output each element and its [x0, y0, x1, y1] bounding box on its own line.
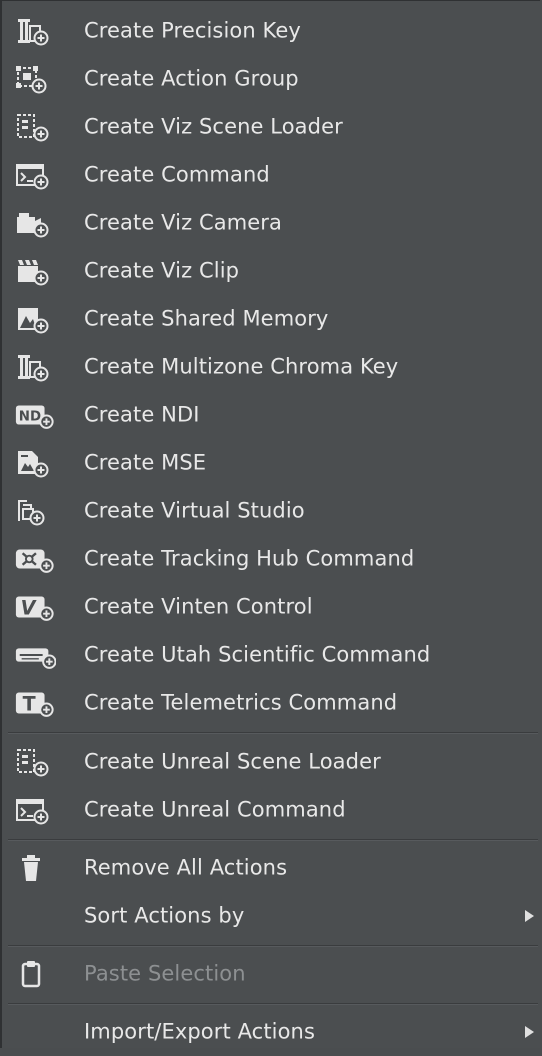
menu-item-label: Create Viz Scene Loader	[84, 114, 343, 139]
menu-item-create-utah-scientific-command[interactable]: Create Utah Scientific Command	[4, 631, 540, 679]
menu-item-create-viz-camera[interactable]: Create Viz Camera	[4, 199, 540, 247]
menu-item-create-mse[interactable]: Create MSE	[4, 439, 540, 487]
menu-item-remove-all-actions[interactable]: Remove All Actions	[4, 844, 540, 892]
telemetrics-icon: T	[14, 687, 56, 719]
context-menu: Create Precision Key Create Action Group	[0, 0, 540, 1048]
menu-item-sort-actions-by[interactable]: Sort Actions by	[4, 892, 540, 940]
tracking-hub-icon	[14, 543, 56, 575]
menu-item-label: Create Viz Camera	[84, 210, 283, 235]
menu-item-import-export-actions[interactable]: Import/Export Actions	[4, 1008, 540, 1056]
menu-item-label: Create Command	[84, 162, 270, 187]
menu-item-create-precision-key[interactable]: Create Precision Key	[4, 7, 540, 55]
menu-separator	[8, 1003, 538, 1005]
svg-text:ND: ND	[19, 410, 41, 425]
command-terminal-icon	[14, 159, 56, 191]
menu-item-label: Create Multizone Chroma Key	[84, 354, 399, 379]
menu-item-label: Import/Export Actions	[84, 1019, 315, 1044]
menu-item-paste-selection[interactable]: Paste Selection	[4, 950, 540, 998]
menu-item-label: Create Action Group	[84, 66, 299, 91]
unreal-command-icon	[14, 794, 56, 826]
clipboard-icon	[14, 958, 56, 990]
menu-item-create-vinten-control[interactable]: V Create Vinten Control	[4, 583, 540, 631]
menu-item-label: Create Vinten Control	[84, 594, 313, 619]
svg-text:T: T	[23, 693, 36, 716]
menu-item-create-shared-memory[interactable]: Create Shared Memory	[4, 295, 540, 343]
mse-icon	[14, 447, 56, 479]
menu-item-label: Create Precision Key	[84, 18, 301, 43]
virtual-studio-icon	[14, 495, 56, 527]
unreal-scene-loader-icon	[14, 746, 56, 778]
menu-item-create-multizone-chroma-key[interactable]: Create Multizone Chroma Key	[4, 343, 540, 391]
svg-text:V: V	[21, 597, 38, 620]
menu-item-label: Paste Selection	[84, 961, 246, 986]
menu-item-create-viz-scene-loader[interactable]: Create Viz Scene Loader	[4, 103, 540, 151]
action-group-icon	[14, 63, 56, 95]
menu-separator	[8, 839, 538, 841]
menu-item-create-action-group[interactable]: Create Action Group	[4, 55, 540, 103]
menu-item-label: Create Tracking Hub Command	[84, 546, 415, 571]
menu-item-create-unreal-command[interactable]: Create Unreal Command	[4, 786, 540, 834]
clapperboard-icon	[14, 255, 56, 287]
menu-item-label: Create Viz Clip	[84, 258, 240, 283]
menu-item-create-virtual-studio[interactable]: Create Virtual Studio	[4, 487, 540, 535]
precision-key-icon	[14, 15, 56, 47]
shared-memory-icon	[14, 303, 56, 335]
menu-item-create-viz-clip[interactable]: Create Viz Clip	[4, 247, 540, 295]
menu-item-label: Create Unreal Scene Loader	[84, 749, 381, 774]
menu-separator	[8, 945, 538, 947]
menu-item-label: Create Utah Scientific Command	[84, 642, 431, 667]
menu-item-create-ndi[interactable]: ND Create NDI	[4, 391, 540, 439]
menu-item-label: Sort Actions by	[84, 903, 245, 928]
menu-item-label: Create NDI	[84, 402, 200, 427]
trash-icon	[14, 852, 56, 884]
menu-item-create-tracking-hub-command[interactable]: Create Tracking Hub Command	[4, 535, 540, 583]
menu-separator	[8, 732, 538, 734]
menu-item-label: Create Shared Memory	[84, 306, 329, 331]
utah-scientific-icon	[14, 639, 56, 671]
menu-item-label: Create Virtual Studio	[84, 498, 305, 523]
menu-item-create-unreal-scene-loader[interactable]: Create Unreal Scene Loader	[4, 738, 540, 786]
submenu-arrow-icon	[525, 910, 534, 922]
menu-item-label: Create Unreal Command	[84, 797, 346, 822]
menu-item-create-telemetrics-command[interactable]: T Create Telemetrics Command	[4, 679, 540, 727]
ndi-icon: ND	[14, 399, 56, 431]
menu-item-label: Create MSE	[84, 450, 207, 475]
submenu-arrow-icon	[525, 1026, 534, 1038]
camera-icon	[14, 207, 56, 239]
menu-item-label: Create Telemetrics Command	[84, 690, 398, 715]
scene-loader-icon	[14, 111, 56, 143]
menu-item-label: Remove All Actions	[84, 855, 288, 880]
menu-item-create-command[interactable]: Create Command	[4, 151, 540, 199]
vinten-icon: V	[14, 591, 56, 623]
chroma-key-icon	[14, 351, 56, 383]
